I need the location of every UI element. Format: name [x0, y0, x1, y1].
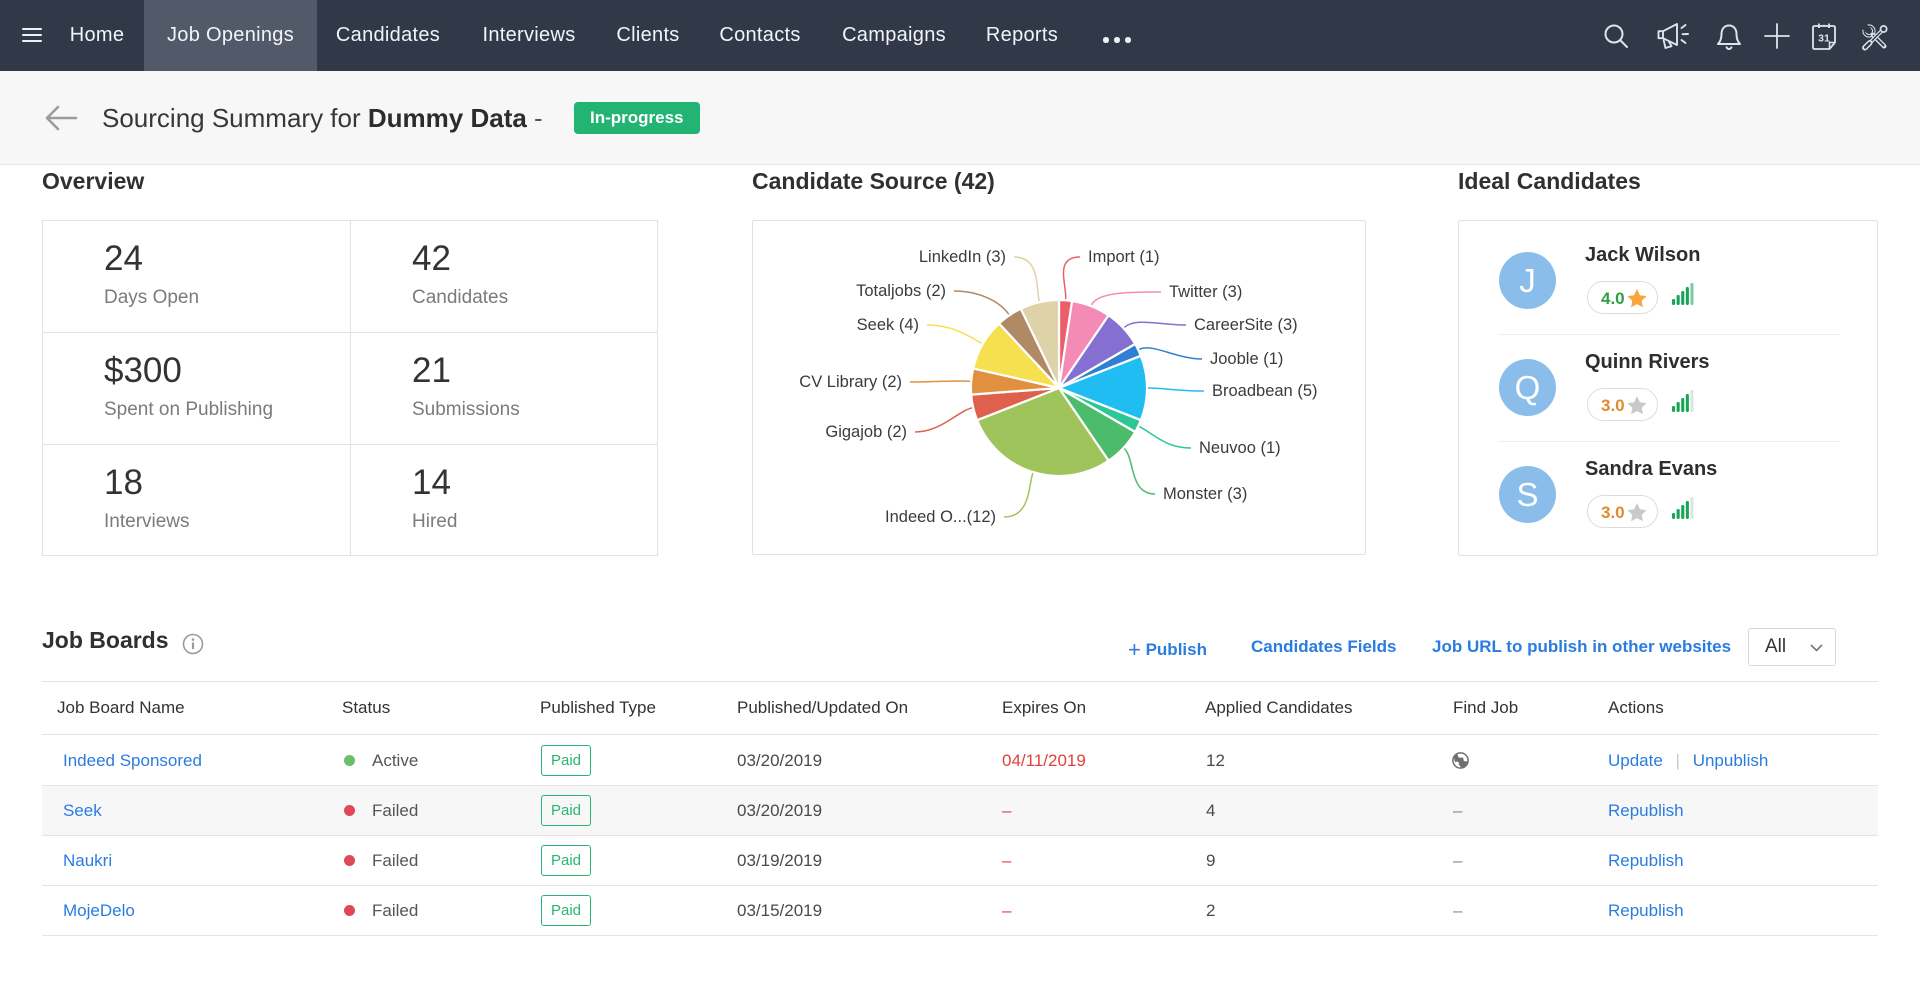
svg-text:Broadbean (5): Broadbean (5) [1212, 382, 1318, 400]
svg-text:Totaljobs (2): Totaljobs (2) [856, 282, 946, 300]
svg-text:Jooble (1): Jooble (1) [1210, 350, 1283, 368]
svg-text:Twitter (3): Twitter (3) [1169, 283, 1242, 301]
svg-text:Gigajob (2): Gigajob (2) [825, 423, 907, 441]
svg-text:Neuvoo (1): Neuvoo (1) [1199, 439, 1281, 457]
svg-text:LinkedIn (3): LinkedIn (3) [919, 248, 1006, 266]
svg-text:CareerSite (3): CareerSite (3) [1194, 316, 1298, 334]
svg-text:Seek (4): Seek (4) [857, 316, 919, 334]
svg-text:CV Library (2): CV Library (2) [799, 373, 902, 391]
svg-text:Import (1): Import (1) [1088, 248, 1160, 266]
svg-text:Monster (3): Monster (3) [1163, 485, 1247, 503]
svg-text:31: 31 [1818, 33, 1830, 45]
svg-text:Indeed O...(12): Indeed O...(12) [885, 508, 996, 526]
